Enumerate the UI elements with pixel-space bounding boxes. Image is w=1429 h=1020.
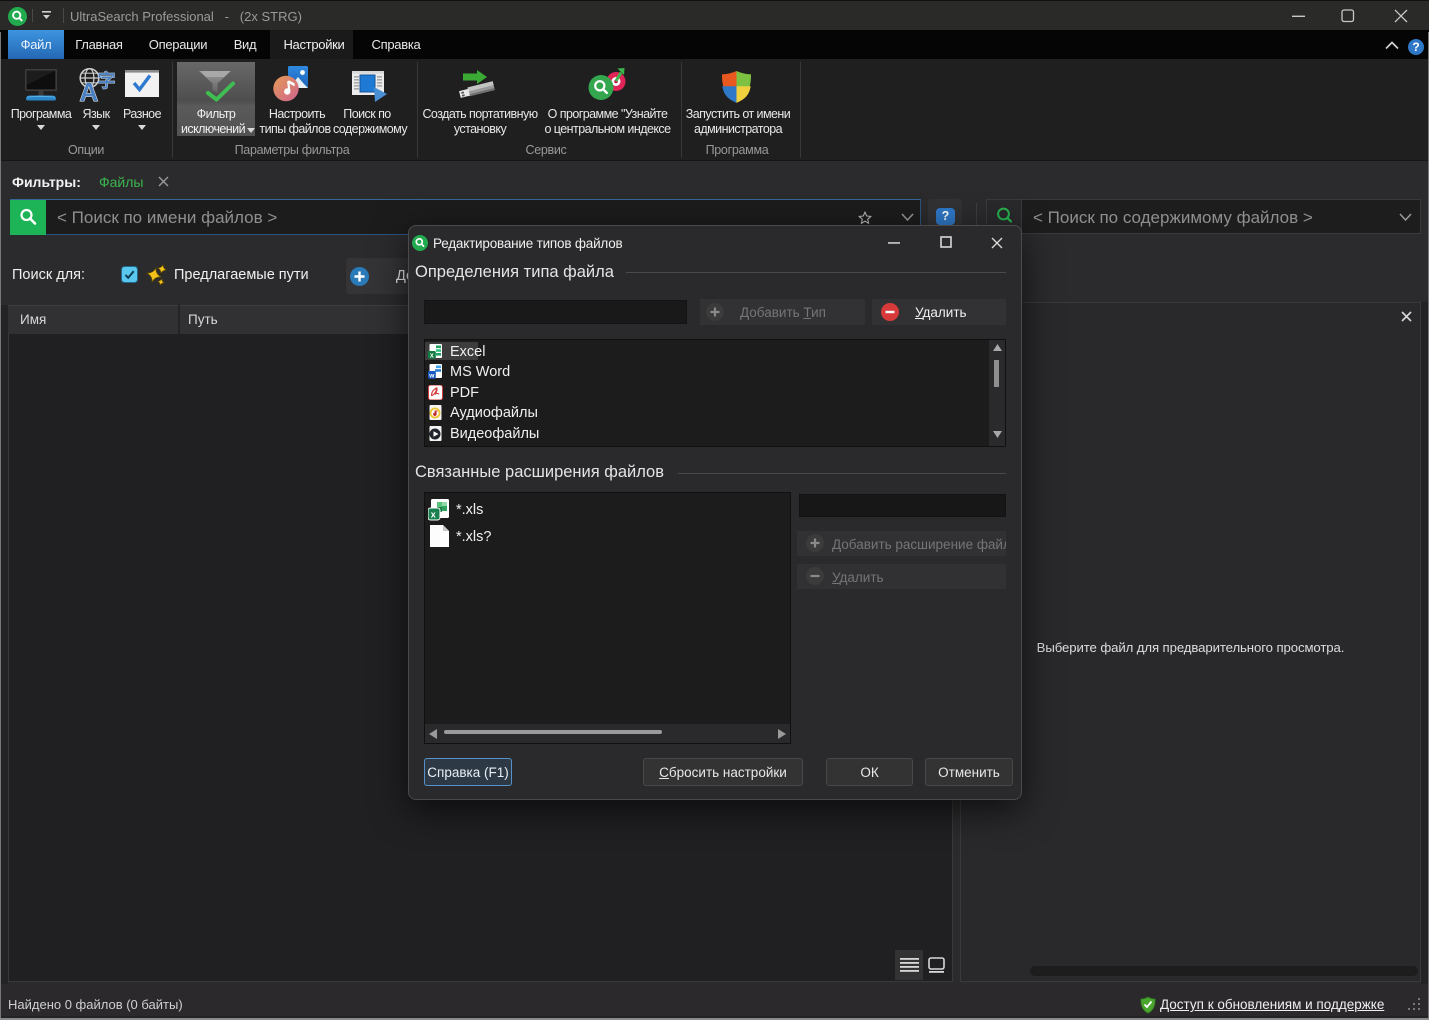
svg-text:x: x — [430, 353, 434, 359]
svg-text:A: A — [80, 77, 99, 103]
svg-text:字: 字 — [98, 70, 116, 91]
svg-text:x: x — [431, 510, 436, 520]
svg-text:w: w — [428, 373, 435, 380]
